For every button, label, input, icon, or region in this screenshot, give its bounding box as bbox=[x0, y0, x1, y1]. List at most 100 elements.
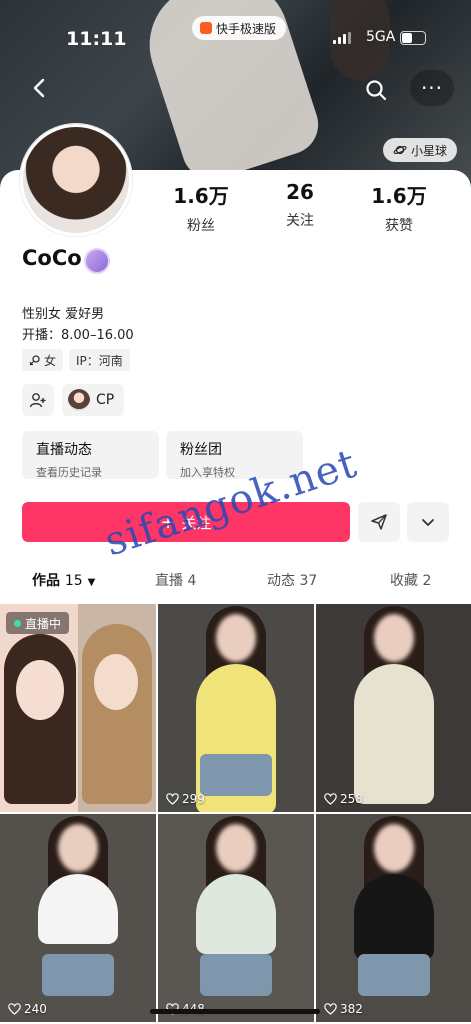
tab-live[interactable]: 直播 4 bbox=[155, 570, 196, 590]
grid-item[interactable]: 299 bbox=[158, 604, 314, 812]
ip-chip: IP：河南 bbox=[69, 349, 130, 371]
tab-works[interactable]: 作品 15 ▼ bbox=[32, 570, 95, 590]
stat-label: 粉丝 bbox=[187, 218, 215, 234]
stat-label: 获赞 bbox=[385, 218, 413, 234]
grid-item[interactable]: 240 bbox=[0, 814, 156, 1022]
tab-favorites[interactable]: 收藏 2 bbox=[390, 570, 431, 590]
stat-following[interactable]: 26 关注 bbox=[255, 180, 345, 230]
heart-icon bbox=[8, 1003, 21, 1015]
back-button[interactable] bbox=[26, 74, 54, 102]
tab-label: 动态 bbox=[267, 573, 295, 589]
grid-item-live[interactable]: 直播中 bbox=[0, 604, 156, 812]
card-title: 粉丝团 bbox=[180, 442, 222, 458]
cp-button[interactable]: CP bbox=[62, 384, 125, 416]
network-type: 5GA bbox=[366, 29, 396, 45]
stat-value: 1.6万 bbox=[371, 184, 427, 208]
like-count: 299 bbox=[166, 792, 205, 806]
like-count: 240 bbox=[8, 1002, 47, 1016]
tab-count: 4 bbox=[187, 573, 197, 589]
tab-label: 收藏 bbox=[390, 573, 418, 589]
tag-chips: 女 IP：河南 bbox=[22, 349, 130, 371]
follow-button[interactable]: + 关注 bbox=[22, 502, 350, 542]
thumbnail-face bbox=[216, 614, 256, 662]
live-dot-icon bbox=[14, 619, 21, 627]
female-icon bbox=[29, 355, 40, 366]
grid-item[interactable]: 258 bbox=[316, 604, 471, 812]
like-count: 258 bbox=[324, 792, 363, 806]
avatar[interactable] bbox=[20, 124, 132, 236]
card-subtitle: 加入享特权 bbox=[180, 466, 235, 479]
tab-label: 作品 bbox=[32, 573, 60, 589]
stat-fans[interactable]: 1.6万 粉丝 bbox=[156, 180, 246, 235]
thumbnail-shorts bbox=[200, 754, 272, 796]
stat-value: 1.6万 bbox=[173, 184, 229, 208]
like-count-value: 258 bbox=[340, 792, 363, 806]
ip-label: IP：河南 bbox=[76, 353, 123, 368]
fan-club-card[interactable]: 粉丝团 加入享特权 bbox=[166, 431, 303, 479]
heart-icon bbox=[166, 793, 179, 805]
live-badge: 直播中 bbox=[6, 612, 70, 634]
bio-line-2: 开播：8.00–16.00 bbox=[22, 328, 134, 343]
signal-icon bbox=[333, 32, 351, 44]
profile-name: CoCo bbox=[22, 246, 82, 270]
stat-label: 关注 bbox=[286, 213, 314, 229]
grid-item[interactable]: 382 bbox=[316, 814, 471, 1022]
level-badge-icon[interactable] bbox=[84, 248, 110, 274]
card-title: 直播动态 bbox=[36, 442, 92, 458]
app-badge[interactable]: 快手极速版 bbox=[192, 16, 287, 40]
home-indicator[interactable] bbox=[150, 1009, 320, 1014]
thumbnail-top bbox=[354, 874, 434, 960]
content-tabs: 作品 15 ▼ 直播 4 动态 37 收藏 2 bbox=[0, 570, 471, 598]
thumbnail-face bbox=[16, 660, 64, 720]
grid-item[interactable]: 448 bbox=[158, 814, 314, 1022]
live-badge-label: 直播中 bbox=[25, 616, 62, 631]
card-subtitle: 查看历史记录 bbox=[36, 466, 102, 479]
thumbnail-face bbox=[374, 614, 414, 662]
heart-icon bbox=[324, 793, 337, 805]
stat-likes[interactable]: 1.6万 获赞 bbox=[354, 180, 444, 235]
thumbnail-face bbox=[58, 824, 98, 872]
bio-line-1: 性别女 爱好男 bbox=[22, 307, 105, 322]
kuaishou-logo-icon bbox=[200, 22, 212, 34]
status-bar: 11:11 快手极速版 5GA bbox=[0, 0, 471, 70]
add-friend-button[interactable] bbox=[22, 384, 54, 416]
thumbnail-shorts bbox=[42, 954, 114, 996]
planet-button[interactable]: 小星球 bbox=[383, 138, 458, 162]
planet-icon bbox=[393, 145, 407, 155]
thumbnail-face bbox=[216, 824, 256, 872]
search-icon bbox=[366, 80, 387, 101]
social-row: CP bbox=[22, 384, 125, 416]
like-count: 382 bbox=[324, 1002, 363, 1016]
gender-label: 女 bbox=[44, 353, 57, 368]
tab-count: 15 bbox=[64, 573, 83, 589]
tab-label: 直播 bbox=[155, 573, 183, 589]
thumbnail-shorts bbox=[358, 954, 430, 996]
battery-icon bbox=[400, 31, 426, 45]
app-badge-label: 快手极速版 bbox=[216, 21, 277, 36]
caret-down-icon: ▼ bbox=[87, 577, 96, 588]
thumbnail-face bbox=[374, 824, 414, 872]
share-button[interactable] bbox=[358, 502, 400, 542]
search-button[interactable] bbox=[364, 78, 388, 102]
live-history-card[interactable]: 直播动态 查看历史记录 bbox=[22, 431, 159, 479]
like-count-value: 240 bbox=[24, 1002, 47, 1016]
thumbnail-shorts bbox=[200, 954, 272, 996]
like-count-value: 382 bbox=[340, 1002, 363, 1016]
add-user-icon bbox=[29, 393, 46, 408]
like-count-value: 299 bbox=[182, 792, 205, 806]
heart-icon bbox=[324, 1003, 337, 1015]
thumbnail-dress bbox=[354, 664, 434, 804]
thumbnail-face bbox=[94, 654, 138, 710]
expand-button[interactable] bbox=[407, 502, 449, 542]
send-icon bbox=[371, 514, 387, 530]
chevron-left-icon bbox=[33, 78, 45, 98]
more-button[interactable]: ··· bbox=[410, 70, 454, 106]
thumbnail-figure bbox=[82, 624, 152, 804]
tab-moments[interactable]: 动态 37 bbox=[267, 570, 317, 590]
stat-value: 26 bbox=[286, 180, 314, 204]
chevron-down-icon bbox=[422, 519, 434, 526]
gender-chip: 女 bbox=[22, 349, 64, 371]
follow-label: 关注 bbox=[181, 513, 212, 532]
planet-label: 小星球 bbox=[411, 143, 448, 158]
cp-avatar bbox=[68, 389, 90, 411]
